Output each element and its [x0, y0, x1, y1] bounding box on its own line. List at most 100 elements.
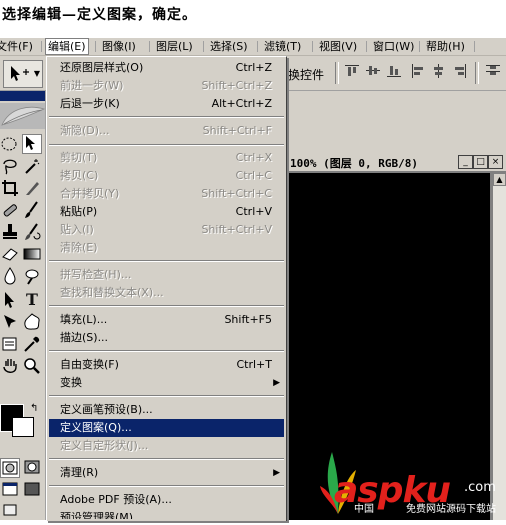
- instruction-caption: 选择编辑—定义图案，确定。: [0, 0, 506, 38]
- menu-separator: [49, 395, 284, 397]
- menu-edit[interactable]: 编辑(E): [45, 38, 89, 55]
- edit-menu-dropdown: 还原图层样式(O) Ctrl+Z 前进一步(W) Shift+Ctrl+Z 后退一步…: [46, 56, 287, 521]
- document-title: 100% (图层 0, RGB/8): [290, 157, 418, 170]
- menu-item-purge[interactable]: 清理(R) ▶: [49, 464, 284, 482]
- submenu-arrow-icon: ▶: [273, 378, 280, 388]
- gradient-icon[interactable]: [22, 244, 42, 264]
- menu-item-define-brush[interactable]: 定义画笔预设(B)...: [49, 401, 284, 419]
- menu-item-transform[interactable]: 变换 ▶: [49, 374, 284, 392]
- menu-item-stroke[interactable]: 描边(S)...: [49, 329, 284, 347]
- scroll-up-icon[interactable]: ▲: [493, 173, 506, 186]
- menu-item-cut[interactable]: 剪切(T) Ctrl+X: [49, 149, 284, 167]
- menu-item-pdf-presets[interactable]: Adobe PDF 预设(A)...: [49, 491, 284, 509]
- instruction-text: 选择编辑—定义图案，确定。: [2, 7, 197, 23]
- menu-separator: [49, 116, 284, 118]
- align-left-icon[interactable]: [409, 63, 427, 81]
- watermark-cn: 中国: [354, 504, 374, 515]
- toolbox: T ↰: [0, 91, 46, 520]
- watermark-domain-suffix: .com: [464, 480, 496, 495]
- brush-icon[interactable]: [22, 200, 42, 220]
- close-icon[interactable]: ×: [488, 155, 503, 169]
- menu-item-define-custom-shape[interactable]: 定义自定形状(J)...: [49, 437, 284, 455]
- menu-item-free-transform[interactable]: 自由变换(F) Ctrl+T: [49, 356, 284, 374]
- submenu-arrow-icon: ▶: [273, 468, 280, 478]
- document-titlebar: 100% (图层 0, RGB/8) _ □ ×: [286, 153, 506, 172]
- menu-separator: [41, 41, 42, 52]
- menu-item-preset-manager[interactable]: 预设管理器(M)...: [49, 509, 284, 519]
- menu-bar: 文件(F) 编辑(E) 图像(I) 图层(L) 选择(S) 滤镜(T) 视图(V…: [0, 38, 506, 56]
- background-color-swatch[interactable]: [12, 417, 34, 437]
- tool-preset-picker[interactable]: ▼: [3, 60, 43, 88]
- move-icon: [8, 65, 30, 86]
- menu-layer[interactable]: 图层(L): [154, 39, 195, 54]
- menu-select[interactable]: 选择(S): [208, 39, 250, 54]
- healing-brush-icon[interactable]: [0, 200, 20, 220]
- menu-view[interactable]: 视图(V): [317, 39, 359, 54]
- menu-item-clear[interactable]: 清除(E): [49, 239, 284, 257]
- screen-mode-icon[interactable]: [0, 480, 20, 500]
- stamp-icon[interactable]: [0, 222, 20, 242]
- history-brush-icon[interactable]: [22, 222, 42, 242]
- menu-item-paste-into[interactable]: 贴入(I) Shift+Ctrl+V: [49, 221, 284, 239]
- menu-item-step-forward[interactable]: 前进一步(W) Shift+Ctrl+Z: [49, 77, 284, 95]
- toolbox-titlebar: [0, 91, 45, 101]
- menu-item-fill[interactable]: 填充(L)... Shift+F5: [49, 311, 284, 329]
- options-divider: [335, 62, 339, 84]
- jump-to-imageready-icon[interactable]: [0, 500, 20, 520]
- pen-icon[interactable]: [0, 312, 20, 332]
- maximize-icon[interactable]: □: [473, 155, 488, 169]
- menu-item-step-backward[interactable]: 后退一步(K) Alt+Ctrl+Z: [49, 95, 284, 113]
- type-icon[interactable]: T: [22, 290, 42, 310]
- screen-mode-full-icon[interactable]: [22, 480, 42, 500]
- eyedropper-icon[interactable]: [22, 334, 42, 354]
- standard-mode-icon[interactable]: [0, 458, 20, 478]
- marquee-icon[interactable]: [0, 134, 20, 154]
- feather-logo[interactable]: [0, 103, 46, 129]
- menu-item-undo[interactable]: 还原图层样式(O) Ctrl+Z: [49, 59, 284, 77]
- default-colors-icon[interactable]: [2, 435, 22, 449]
- lasso-icon[interactable]: [0, 156, 20, 176]
- distribute-top-icon[interactable]: [484, 63, 502, 81]
- show-transform-controls-label[interactable]: 换控件: [288, 66, 324, 83]
- shape-icon[interactable]: [22, 312, 42, 332]
- menu-separator: [257, 41, 258, 52]
- dodge-icon[interactable]: [22, 266, 42, 286]
- menu-separator: [49, 485, 284, 487]
- menu-filter[interactable]: 滤镜(T): [262, 39, 303, 54]
- crop-icon[interactable]: [0, 178, 20, 198]
- menu-item-define-pattern[interactable]: 定义图案(Q)...: [49, 419, 284, 437]
- menu-separator: [49, 458, 284, 460]
- photoshop-window: 文件(F) 编辑(E) 图像(I) 图层(L) 选择(S) 滤镜(T) 视图(V…: [0, 38, 506, 521]
- menu-item-copy-merged[interactable]: 合并拷贝(Y) Shift+Ctrl+C: [49, 185, 284, 203]
- align-bottom-icon[interactable]: [385, 63, 403, 81]
- blur-icon[interactable]: [0, 266, 20, 286]
- menu-separator: [49, 350, 284, 352]
- menu-item-copy[interactable]: 拷贝(C) Ctrl+C: [49, 167, 284, 185]
- menu-item-fade[interactable]: 渐隐(D)... Shift+Ctrl+F: [49, 122, 284, 140]
- hand-icon[interactable]: [0, 356, 20, 376]
- menu-separator: [366, 41, 367, 52]
- quick-mask-icon[interactable]: [22, 458, 42, 478]
- path-select-icon[interactable]: [0, 290, 20, 310]
- minimize-icon[interactable]: _: [458, 155, 473, 169]
- menu-separator: [95, 41, 96, 52]
- slice-icon[interactable]: [22, 178, 42, 198]
- menu-item-find-replace[interactable]: 查找和替换文本(X)...: [49, 284, 284, 302]
- menu-image[interactable]: 图像(I): [100, 39, 138, 54]
- eraser-icon[interactable]: [0, 244, 20, 264]
- zoom-icon[interactable]: [22, 356, 42, 376]
- notes-icon[interactable]: [0, 334, 20, 354]
- align-vcenter-icon[interactable]: [364, 63, 382, 81]
- align-top-icon[interactable]: [343, 63, 361, 81]
- magic-wand-icon[interactable]: [22, 156, 42, 176]
- menu-file[interactable]: 文件(F): [0, 39, 35, 54]
- swap-colors-icon[interactable]: ↰: [30, 403, 38, 414]
- menu-item-spell-check[interactable]: 拼写检查(H)...: [49, 266, 284, 284]
- menu-window[interactable]: 窗口(W): [371, 39, 416, 54]
- menu-separator: [312, 41, 313, 52]
- move-icon[interactable]: [22, 134, 42, 154]
- align-hcenter-icon[interactable]: [430, 63, 448, 81]
- menu-help[interactable]: 帮助(H): [424, 39, 467, 54]
- menu-item-paste[interactable]: 粘贴(P) Ctrl+V: [49, 203, 284, 221]
- align-right-icon[interactable]: [451, 63, 469, 81]
